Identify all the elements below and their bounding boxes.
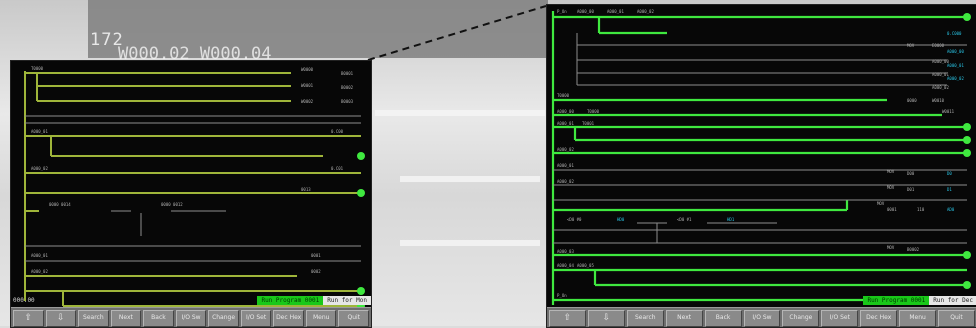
svg-text:A000_01: A000_01	[947, 63, 964, 68]
svg-text:A000_01: A000_01	[31, 253, 48, 258]
svg-text:T0000: T0000	[587, 109, 600, 114]
mode-status: Run for Dec	[929, 296, 976, 305]
svg-text:0.C000: 0.C000	[947, 31, 962, 36]
svg-text:MOV: MOV	[907, 43, 915, 48]
svg-text:W0010: W0010	[932, 98, 945, 103]
svg-text:A000_01: A000_01	[557, 163, 574, 168]
status-bar: Run Program 0001 Run for Dec	[547, 296, 976, 305]
svg-text:A000_00: A000_00	[577, 9, 594, 14]
svg-text:0000: 0000	[907, 98, 917, 103]
svg-text:D01: D01	[907, 187, 915, 192]
back-button[interactable]: Back	[704, 310, 742, 327]
svg-text:0001: 0001	[311, 253, 321, 258]
svg-text:0000 0012: 0000 0012	[161, 202, 183, 207]
quit-button[interactable]: Quit	[938, 310, 975, 327]
back-button[interactable]: Back	[143, 310, 174, 327]
svg-text:D00: D00	[907, 171, 915, 176]
io-set-button[interactable]: I/O Set	[821, 310, 859, 327]
svg-text:D1: D1	[947, 187, 952, 192]
down-arrow-icon[interactable]: ⇩	[45, 310, 77, 327]
svg-text:B0003: B0003	[341, 99, 354, 104]
dec-hex-button[interactable]: Dec Hex	[860, 310, 898, 327]
svg-text:A000_02: A000_02	[637, 9, 654, 14]
svg-text:AD0: AD0	[947, 207, 955, 212]
svg-text:A000_02: A000_02	[947, 76, 964, 81]
svg-text:B0002: B0002	[907, 247, 920, 252]
svg-text:D0: D0	[947, 171, 952, 176]
quit-button[interactable]: Quit	[338, 310, 370, 327]
search-button[interactable]: Search	[626, 310, 664, 327]
svg-text:A000_00: A000_00	[557, 109, 574, 114]
mode-status: Run for Mon	[323, 296, 371, 305]
svg-text:<D0 #1: <D0 #1	[677, 217, 692, 222]
svg-text:A000_02: A000_02	[557, 179, 574, 184]
down-arrow-icon[interactable]: ⇩	[587, 310, 625, 327]
svg-text:A000_02: A000_02	[932, 85, 949, 90]
svg-text:A000_01: A000_01	[31, 129, 48, 134]
svg-text:A000_05: A000_05	[577, 263, 594, 268]
function-key-toolbar: ⇧ ⇩ Search Next Back I/O Sw Change I/O S…	[11, 307, 371, 327]
svg-text:W0000: W0000	[301, 67, 314, 72]
svg-text:110: 110	[917, 207, 925, 212]
up-arrow-icon[interactable]: ⇧	[13, 310, 44, 327]
up-arrow-icon[interactable]: ⇧	[549, 310, 586, 327]
io-switch-button[interactable]: I/O Sw	[743, 310, 781, 327]
next-button[interactable]: Next	[110, 310, 142, 327]
svg-text:T0001: T0001	[582, 121, 595, 126]
svg-text:MOV: MOV	[887, 245, 895, 250]
ladder-diagram-left: T0000 W0000 B0001 W0001 B0002 W0002 B0003 A0…	[24, 66, 365, 317]
svg-text:0002: 0002	[311, 269, 321, 274]
svg-text:T0000: T0000	[31, 66, 44, 71]
address-readout: 000.00	[13, 297, 35, 304]
svg-text:W0002: W0002	[301, 99, 314, 104]
svg-text:0013: 0013	[301, 187, 311, 192]
io-switch-button[interactable]: I/O Sw	[175, 310, 207, 327]
svg-text:B0002: B0002	[341, 85, 354, 90]
svg-text:A000_02: A000_02	[31, 166, 48, 171]
program-status: Run Program 0001	[257, 296, 324, 305]
function-key-toolbar: ⇧ ⇩ Search Next Back I/O Sw Change I/O S…	[547, 307, 976, 327]
dec-hex-button[interactable]: Dec Hex	[273, 310, 304, 327]
ladder-monitor-zoomed-out: T0000 W0000 B0001 W0001 B0002 W0002 B0003 A0…	[10, 60, 372, 328]
change-button[interactable]: Change	[208, 310, 239, 327]
svg-text:P_On: P_On	[557, 9, 567, 14]
svg-text:A000_00: A000_00	[947, 49, 964, 54]
svg-text:HD1: HD1	[727, 217, 735, 222]
svg-text:0001: 0001	[887, 207, 897, 212]
svg-text:T0000: T0000	[557, 93, 570, 98]
svg-text:MOV: MOV	[887, 185, 895, 190]
menu-button[interactable]: Menu	[305, 310, 337, 327]
svg-text:B0001: B0001	[341, 71, 354, 76]
io-set-button[interactable]: I/O Set	[240, 310, 272, 327]
svg-text:A000_02: A000_02	[31, 269, 48, 274]
svg-text:E0000: E0000	[932, 43, 945, 48]
svg-text:MOV: MOV	[887, 169, 895, 174]
svg-text:<D0 #0: <D0 #0	[567, 217, 582, 222]
menu-button[interactable]: Menu	[899, 310, 937, 327]
svg-text:W0001: W0001	[301, 83, 314, 88]
svg-text:A000_02: A000_02	[557, 147, 574, 152]
change-button[interactable]: Change	[782, 310, 820, 327]
ladder-diagram-right: P_On A000_00 A000_01 A000_02 MOV E0000 A000_…	[551, 9, 971, 305]
status-bar: 000.00 Run Program 0001 Run for Mon	[11, 296, 371, 305]
program-status: Run Program 0001	[863, 296, 930, 305]
svg-text:A000_03: A000_03	[557, 249, 574, 254]
svg-text:A000_01: A000_01	[607, 9, 624, 14]
svg-text:A000_04: A000_04	[557, 263, 574, 268]
svg-text:0000 0014: 0000 0014	[49, 202, 71, 207]
svg-text:A000_01: A000_01	[557, 121, 574, 126]
search-button[interactable]: Search	[78, 310, 109, 327]
next-button[interactable]: Next	[665, 310, 703, 327]
svg-text:MOV: MOV	[877, 201, 885, 206]
svg-text:HD0: HD0	[617, 217, 625, 222]
svg-text:0.C01: 0.C01	[331, 166, 344, 171]
dashed-zoom-line	[367, 5, 547, 61]
ladder-monitor-zoomed-in: P_On A000_00 A000_01 A000_02 MOV E0000 A000_…	[546, 4, 976, 328]
svg-text:W0011: W0011	[942, 109, 955, 114]
svg-text:0.C00: 0.C00	[331, 129, 344, 134]
